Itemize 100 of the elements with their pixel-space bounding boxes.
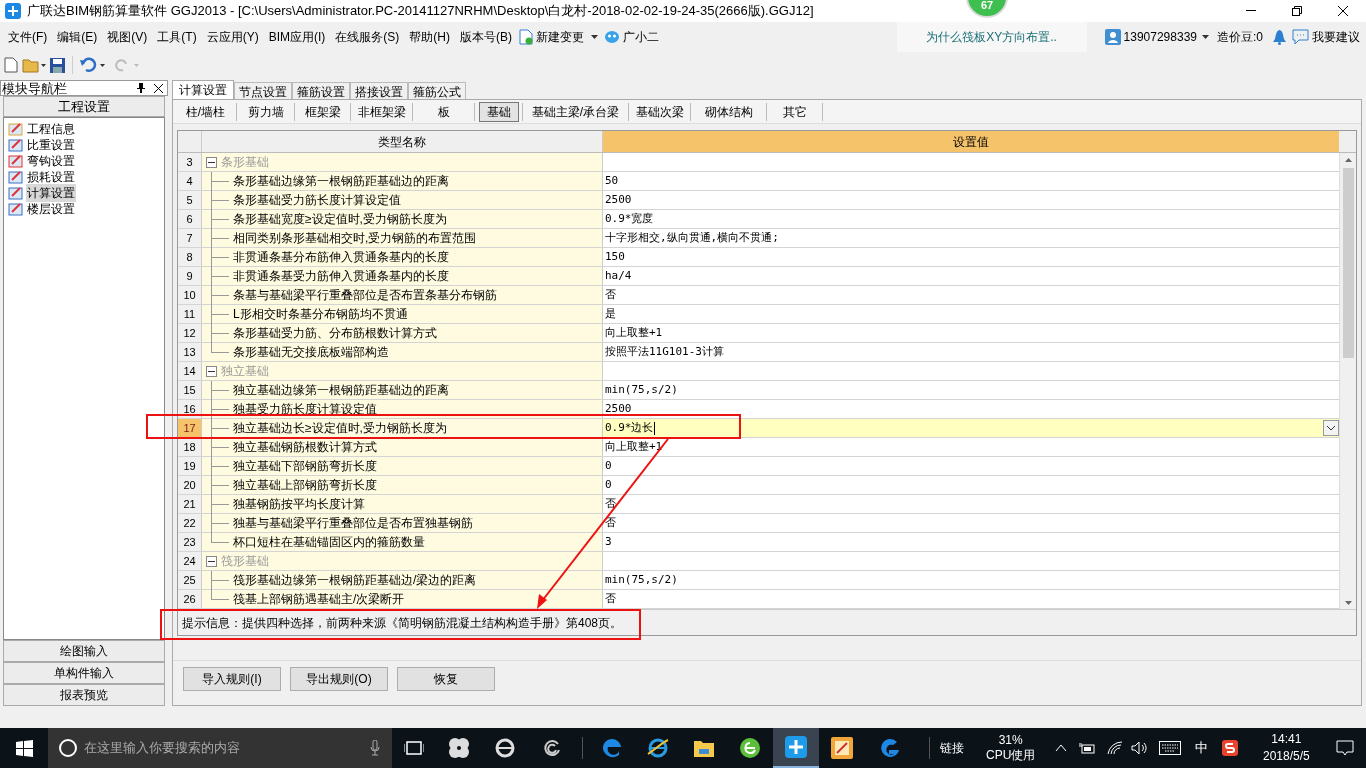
menu-item[interactable]: BIM应用(I) [263, 28, 331, 46]
document-add-icon[interactable] [519, 29, 533, 45]
action-button[interactable]: 导入规则(I) [183, 667, 281, 691]
row-number: 25 [178, 571, 202, 589]
setting-name: 非贯通条基受力筋伸入贯通条基内的长度 [233, 268, 449, 285]
globe-browser-icon[interactable] [739, 737, 761, 759]
close-icon [1338, 6, 1348, 16]
bell-icon[interactable] [1273, 29, 1286, 45]
edge-icon[interactable] [601, 737, 623, 759]
clock-time[interactable]: 14:41 [1271, 731, 1302, 748]
setting-name: 条形基础无交接底板端部构造 [233, 344, 389, 361]
row-number: 14 [178, 362, 202, 380]
sub-tab[interactable]: 板 [435, 102, 452, 121]
undo-icon[interactable] [80, 57, 106, 73]
menu-item[interactable]: 版本号(B) [455, 28, 517, 46]
module-button[interactable]: 单构件输入 [3, 662, 165, 684]
sub-tab[interactable]: 框架梁 [302, 102, 343, 121]
wifi-icon[interactable] [1107, 741, 1124, 755]
sub-tab[interactable]: 基础主梁/承台梁 [529, 102, 622, 121]
sub-tab[interactable]: 其它 [780, 102, 809, 121]
sub-tab[interactable]: 基础次梁 [633, 102, 686, 121]
swirl-icon[interactable] [542, 738, 562, 758]
row-number: 17 [178, 419, 202, 437]
chevron-up-icon[interactable] [1055, 744, 1068, 752]
input-method-indicator[interactable]: 中 [1195, 738, 1209, 758]
menu-item[interactable]: 帮助(H) [404, 28, 455, 46]
expander-icon[interactable] [206, 365, 217, 377]
nav-item[interactable]: 损耗设置 [26, 168, 76, 186]
caret-icon[interactable] [1202, 35, 1209, 39]
pinwheel-icon[interactable] [448, 737, 470, 759]
tab[interactable]: 搭接设置 [350, 82, 408, 99]
clock-date[interactable]: 2018/5/5 [1263, 748, 1310, 765]
nav-item[interactable]: 比重设置 [26, 136, 76, 154]
scroll-thumb[interactable] [1342, 168, 1354, 358]
new-file-icon[interactable] [4, 57, 18, 73]
volume-icon[interactable] [1131, 741, 1148, 755]
browser-icon[interactable] [494, 737, 516, 759]
sub-tab[interactable]: 砌体结构 [702, 102, 755, 121]
task-view-icon[interactable] [404, 741, 424, 755]
menu-item[interactable]: 新建变更 [536, 28, 584, 46]
nav-item[interactable]: 工程信息 [26, 120, 76, 138]
tab[interactable]: 计算设置 [172, 80, 234, 99]
menu-item[interactable]: 广小二 [623, 28, 659, 46]
expander-icon[interactable] [206, 555, 217, 567]
active-app-button[interactable] [773, 728, 819, 768]
account-phone[interactable]: 13907298339 [1123, 28, 1197, 46]
sub-tab[interactable]: 非框架梁 [355, 102, 408, 121]
close-icon[interactable] [154, 83, 163, 93]
nav-item[interactable]: 楼层设置 [26, 200, 76, 218]
pin-icon[interactable] [137, 83, 145, 93]
keyboard-icon[interactable] [1159, 741, 1182, 755]
menu-item[interactable]: 文件(F) [3, 28, 53, 46]
sub-tab[interactable]: 剪力墙 [245, 102, 286, 121]
row-number: 12 [178, 324, 202, 342]
nav-item[interactable]: 计算设置 [26, 184, 76, 202]
tab[interactable]: 节点设置 [234, 82, 292, 99]
dropdown-button[interactable] [1323, 420, 1339, 436]
sub-tab[interactable]: 基础 [478, 101, 519, 122]
links-toolbar[interactable]: 链接 [940, 739, 964, 757]
module-button[interactable]: 报表预览 [3, 684, 165, 706]
chat-icon[interactable] [1292, 29, 1309, 45]
row-number: 22 [178, 514, 202, 532]
row-number: 5 [178, 191, 202, 209]
battery-icon[interactable] [1079, 742, 1096, 754]
scroll-down-icon[interactable] [1344, 601, 1352, 605]
notification-icon[interactable] [1336, 740, 1355, 756]
tab[interactable]: 箍筋设置 [292, 82, 350, 99]
sogou-icon[interactable] [1222, 740, 1239, 756]
menu-item[interactable]: 在线服务(S) [330, 28, 405, 46]
caret-icon[interactable] [591, 35, 598, 39]
microphone-icon[interactable] [370, 740, 380, 756]
action-button[interactable]: 恢复 [397, 667, 495, 691]
taskbar-search-field[interactable]: 在这里输入你要搜索的内容 [48, 728, 392, 768]
menu-item[interactable]: 工具(T) [152, 28, 202, 46]
suggest-link[interactable]: 我要建议 [1312, 28, 1360, 46]
notepad-icon[interactable] [831, 737, 853, 759]
menu-item[interactable]: 云应用(Y) [201, 28, 264, 46]
section-button[interactable]: 工程设置 [3, 96, 165, 117]
open-folder-icon[interactable] [22, 57, 46, 73]
setting-name: 独立基础上部钢筋弯折长度 [233, 477, 377, 494]
news-link[interactable]: 为什么筏板XY方向布置.. [896, 22, 1087, 52]
nav-item[interactable]: 弯钩设置 [26, 152, 76, 170]
folder-icon[interactable] [693, 738, 715, 758]
sub-tab[interactable]: 柱/墙柱 [183, 102, 228, 121]
menu-item[interactable]: 视图(V) [102, 28, 153, 46]
start-icon[interactable] [15, 739, 33, 757]
setting-name: 独立基础边长≥设定值时,受力钢筋长度为 [233, 420, 447, 437]
tab[interactable]: 箍筋公式 [408, 82, 466, 99]
module-button[interactable]: 绘图输入 [3, 640, 165, 662]
value-field[interactable]: 0.9*边长 [603, 419, 1339, 437]
scrollbar[interactable] [1339, 153, 1356, 609]
menu-item[interactable]: 编辑(E) [52, 28, 103, 46]
expander-icon[interactable] [206, 156, 217, 168]
save-icon[interactable] [50, 57, 65, 73]
action-button[interactable]: 导出规则(O) [290, 667, 388, 691]
setting-name: 条基与基础梁平行重叠部位是否布置条基分布钢筋 [233, 287, 497, 304]
row-number: 9 [178, 267, 202, 285]
row-number: 13 [178, 343, 202, 361]
scroll-up-icon[interactable] [1344, 158, 1352, 162]
internet-explorer-icon[interactable] [647, 737, 669, 759]
